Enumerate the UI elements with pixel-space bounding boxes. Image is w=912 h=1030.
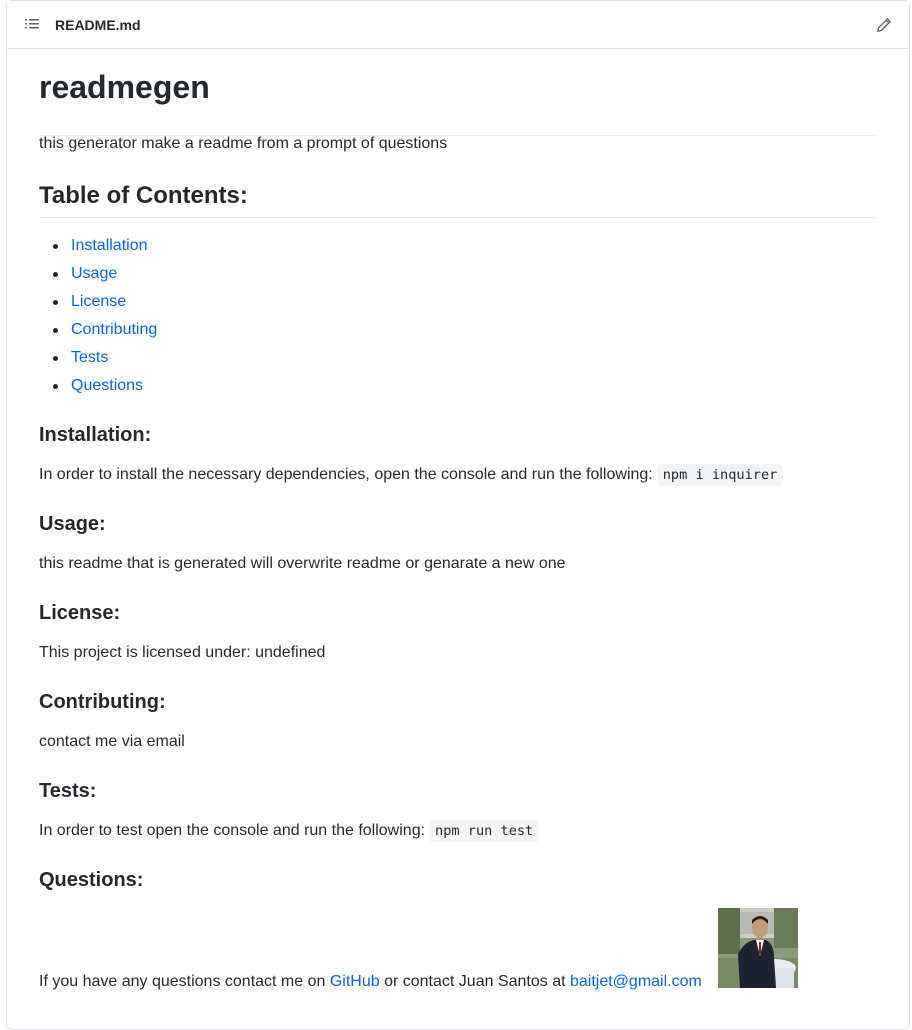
toc-link-installation[interactable]: Installation — [71, 234, 148, 258]
avatar — [718, 908, 798, 988]
questions-text: If you have any questions contact me on … — [39, 970, 702, 994]
questions-heading: Questions: — [39, 869, 144, 891]
toc-link-questions[interactable]: Questions — [71, 374, 143, 398]
description: this generator make a readme from a prom… — [39, 135, 448, 152]
email-link[interactable]: baitjet@gmail.com — [570, 973, 702, 990]
github-link[interactable]: GitHub — [330, 973, 380, 990]
toc-link-tests[interactable]: Tests — [71, 346, 108, 370]
tests-heading: Tests: — [39, 780, 97, 802]
toc-heading: Table of Contents: — [39, 181, 878, 218]
questions-text-before: If you have any questions contact me on — [39, 973, 330, 990]
test-code: npm run test — [429, 820, 540, 842]
list-icon[interactable] — [24, 17, 40, 33]
installation-text-body: In order to install the necessary depend… — [39, 466, 653, 483]
installation-heading: Installation: — [39, 424, 152, 446]
pencil-icon[interactable] — [876, 17, 892, 33]
tests-text-body: In order to test open the console and ru… — [39, 822, 426, 839]
license-text: This project is licensed under: undefine… — [39, 644, 326, 661]
readme-box: README.md readmegen this generator make … — [6, 0, 910, 1030]
toc-link-contributing[interactable]: Contributing — [71, 318, 157, 342]
license-heading: License: — [39, 602, 121, 624]
file-header: README.md — [7, 1, 909, 49]
questions-text-middle: or contact Juan Santos at — [379, 973, 570, 990]
install-code: npm i inquirer — [656, 464, 784, 486]
file-name: README.md — [55, 17, 141, 33]
contributing-text: contact me via email — [39, 733, 185, 750]
toc-link-usage[interactable]: Usage — [71, 262, 117, 286]
toc-link-license[interactable]: License — [71, 290, 126, 314]
usage-text: this readme that is generated will overw… — [39, 555, 566, 572]
page-title: readmegen — [39, 69, 878, 136]
installation-text: In order to install the necessary depend… — [39, 463, 784, 487]
tests-text: In order to test open the console and ru… — [39, 819, 540, 843]
usage-heading: Usage: — [39, 513, 106, 535]
contributing-heading: Contributing: — [39, 691, 166, 713]
